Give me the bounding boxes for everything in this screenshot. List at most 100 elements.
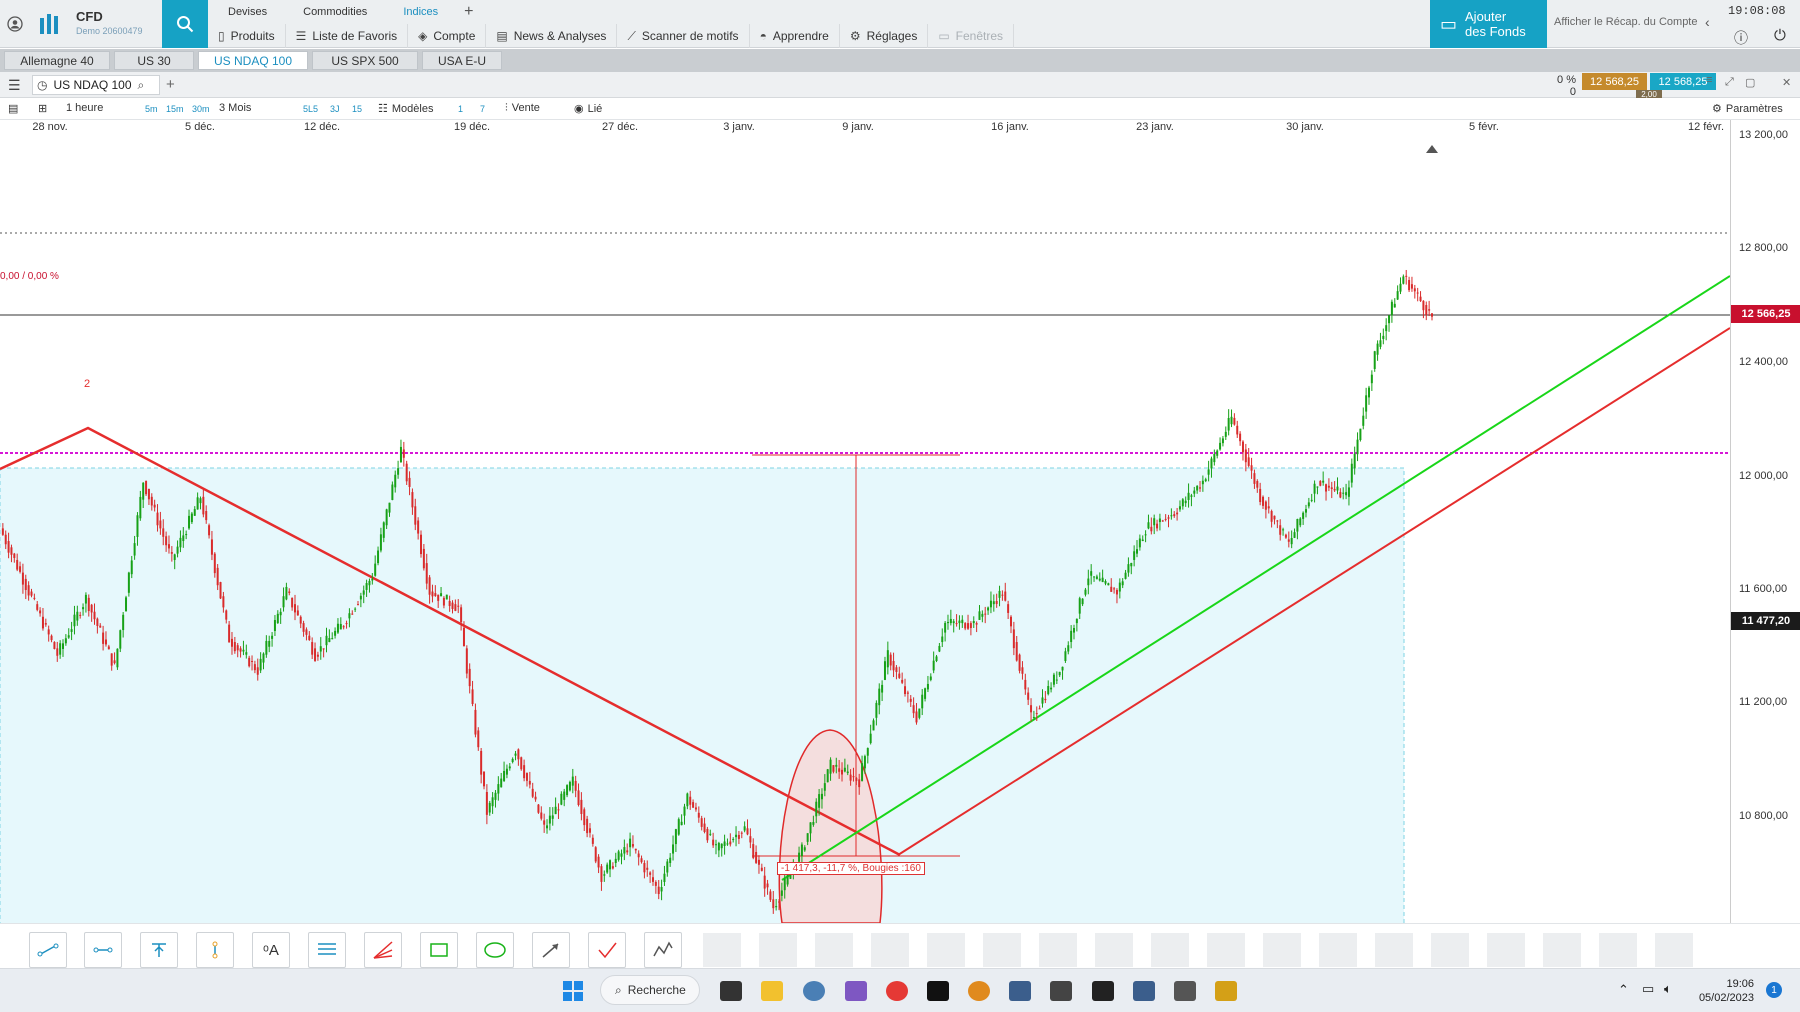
volume-icon[interactable]: 🔈︎ — [1664, 981, 1672, 997]
expand-icon[interactable]: ⤢ — [1725, 76, 1734, 89]
app-icon[interactable] — [1215, 981, 1237, 1001]
candle-body — [1024, 679, 1027, 690]
tab-indices[interactable]: Indices — [393, 4, 448, 20]
instrument-tab[interactable]: ◷ US NDAQ 100 ⌕ — [32, 75, 160, 95]
linked-toggle[interactable]: ◉ Lié — [574, 102, 602, 115]
candle-body — [1178, 506, 1181, 510]
app-icon[interactable] — [1009, 981, 1031, 1001]
app-icon[interactable] — [1133, 981, 1155, 1001]
menu-favoris[interactable]: ☰ Liste de Favoris — [286, 24, 409, 48]
candle-body — [199, 498, 202, 504]
menu-scanner[interactable]: ⟋ Scanner de motifs — [617, 24, 750, 48]
interval-select[interactable]: 1 heure — [66, 102, 103, 114]
candle-body — [325, 635, 328, 646]
trendline-tool[interactable] — [29, 932, 67, 968]
search-button[interactable] — [162, 0, 208, 48]
range-15[interactable]: 15 — [352, 104, 362, 114]
arrow-tool[interactable] — [532, 932, 570, 968]
tab-us-ndaq-100[interactable]: US NDAQ 100 — [198, 51, 308, 70]
models-button[interactable]: ☷ Modèles — [378, 102, 433, 115]
ellipse-tool[interactable] — [476, 932, 514, 968]
app-icon[interactable] — [968, 981, 990, 1001]
power-icon[interactable]: ⏻ — [1774, 27, 1786, 44]
range-3j[interactable]: 3J — [330, 104, 340, 114]
menu-apprendre[interactable]: ◓ Apprendre — [750, 24, 840, 48]
fan-tool[interactable] — [364, 932, 402, 968]
candle-body — [508, 766, 511, 769]
info-icon[interactable]: ⓘ — [1734, 28, 1748, 48]
tab-us-30[interactable]: US 30 — [114, 51, 194, 70]
tray-datetime[interactable]: 19:06 05/02/2023 — [1690, 977, 1754, 1005]
sell-toggle[interactable]: ⫶ Vente — [505, 102, 540, 115]
list-icon[interactable]: ▤ — [8, 102, 18, 115]
app-icon[interactable] — [1174, 981, 1196, 1001]
menu-icon[interactable]: ☰ — [8, 77, 21, 94]
add-funds-button[interactable]: ▭ Ajouter des Fonds — [1430, 0, 1547, 48]
chrome-icon[interactable] — [886, 981, 908, 1001]
tab-commodities[interactable]: Commodities — [293, 4, 377, 20]
candle-body — [322, 648, 325, 650]
pattern-tool[interactable] — [644, 932, 682, 968]
empty-tool-slot — [1431, 933, 1469, 967]
display-icon[interactable]: ▭ — [1642, 981, 1654, 997]
close-icon[interactable]: ✕ — [1782, 76, 1791, 89]
chevron-left-icon[interactable]: ‹ — [1705, 14, 1710, 30]
add-chart-icon[interactable]: + — [166, 76, 175, 93]
range-5l5[interactable]: 5L5 — [303, 104, 318, 114]
app-icon[interactable] — [1050, 981, 1072, 1001]
snipping-tool-icon[interactable] — [845, 981, 867, 1001]
candle-body — [1144, 534, 1147, 536]
add-tab-icon[interactable]: + — [464, 4, 473, 20]
text-tool[interactable] — [140, 932, 178, 968]
tab-allemagne-40[interactable]: Allemagne 40 — [4, 51, 110, 70]
horizontal-line-tool[interactable] — [84, 932, 122, 968]
interval-30m[interactable]: 30m — [192, 104, 210, 114]
vertical-line-tool[interactable] — [196, 932, 234, 968]
drag-handle-icon[interactable]: ≡ — [1706, 74, 1712, 86]
candle-body — [56, 648, 59, 656]
annotation-tool[interactable]: ᵒA — [252, 932, 290, 968]
tab-usa-eu[interactable]: USA E-U — [422, 51, 502, 70]
notification-badge[interactable]: 1 — [1766, 982, 1782, 998]
candle-body — [609, 860, 612, 870]
menu-fenetres[interactable]: ▭ Fenêtres — [928, 24, 1015, 48]
task-view-icon[interactable] — [720, 981, 742, 1001]
file-explorer-icon[interactable] — [761, 981, 783, 1001]
chart-canvas[interactable] — [0, 133, 1731, 1012]
price-chart[interactable]: 2 0,00 / 0,00 % -1 417,3, -11,7 %, Bougi… — [0, 133, 1731, 1012]
sell-price-button[interactable]: 12 568,25 — [1582, 73, 1647, 90]
chevron-up-icon[interactable]: ⌃ — [1618, 982, 1629, 998]
num-7[interactable]: 7 — [480, 104, 485, 114]
settings-app-icon[interactable] — [803, 981, 825, 1001]
maximize-icon[interactable]: ▢ — [1745, 76, 1755, 89]
layout-icon[interactable]: ⊞ — [38, 102, 47, 115]
menu-produits[interactable]: ▯ Produits — [208, 24, 286, 48]
tradingview-icon[interactable] — [927, 981, 949, 1001]
search-icon[interactable]: ⌕ — [138, 78, 145, 93]
menu-news[interactable]: ▤ News & Analyses — [486, 24, 618, 48]
app-icon[interactable] — [1092, 981, 1114, 1001]
settings-button[interactable]: ⚙ Paramètres — [1712, 102, 1783, 115]
gear-icon: ⚙ — [849, 29, 861, 43]
account-recap-link[interactable]: Afficher le Récap. du Compte — [1554, 16, 1697, 28]
candle-body — [1419, 296, 1422, 302]
windows-start-icon[interactable] — [562, 980, 584, 1005]
taskbar-search[interactable]: ⌕ Recherche — [600, 975, 700, 1005]
candle-body — [995, 601, 998, 604]
num-1[interactable]: 1 — [458, 104, 463, 114]
menu-reglages[interactable]: ⚙ Réglages — [840, 24, 929, 48]
candle-body — [1064, 651, 1067, 661]
fibonacci-tool[interactable] — [308, 932, 346, 968]
menu-compte[interactable]: ◈ Compte — [408, 24, 487, 48]
checkmark-tool[interactable] — [588, 932, 626, 968]
candle-body — [800, 844, 803, 857]
candle-body — [843, 767, 846, 772]
interval-15m[interactable]: 15m — [166, 104, 184, 114]
interval-5m[interactable]: 5m — [145, 104, 158, 114]
range-select[interactable]: 3 Mois — [219, 102, 251, 114]
tab-us-spx-500[interactable]: US SPX 500 — [312, 51, 418, 70]
tab-devises[interactable]: Devises — [218, 4, 277, 20]
user-icon[interactable] — [0, 0, 30, 48]
candle-body — [952, 621, 955, 624]
rectangle-tool[interactable] — [420, 932, 458, 968]
